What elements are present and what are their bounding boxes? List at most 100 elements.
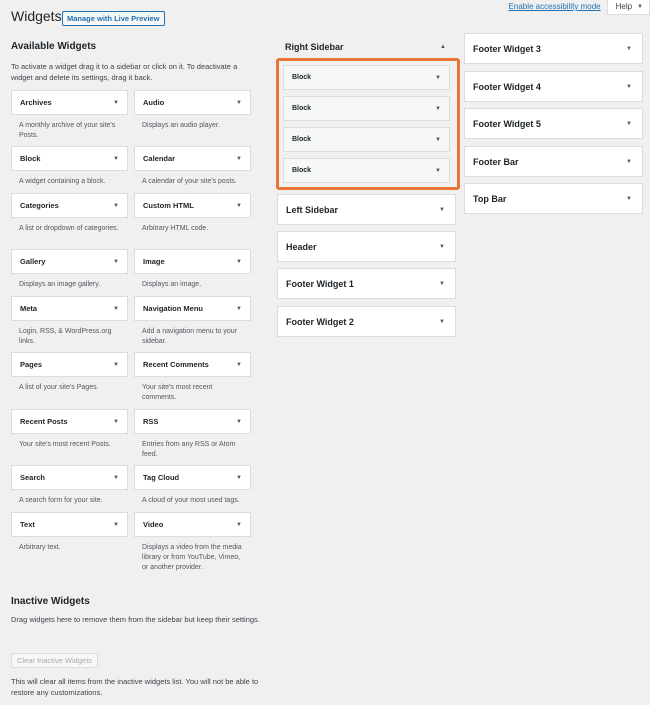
expand-arrow-icon[interactable]: ▼ [435, 75, 441, 81]
expand-arrow-icon[interactable]: ▼ [236, 475, 242, 481]
expand-arrow-icon[interactable]: ▼ [236, 522, 242, 528]
widget-description: A cloud of your most used tags. [142, 497, 240, 504]
clear-inactive-widgets-button[interactable]: Clear Inactive Widgets [11, 653, 99, 668]
sidebar-block-widget[interactable]: Block ▼ [283, 127, 450, 152]
widget-title: Block [20, 154, 41, 163]
expand-arrow-icon[interactable]: ▼ [236, 100, 242, 106]
widget-recent-comments[interactable]: Recent Comments ▼ Your site's most recent… [134, 352, 251, 403]
widget-image[interactable]: Image ▼ Displays an image. [134, 249, 251, 290]
expand-arrow-icon[interactable]: ▼ [236, 203, 242, 209]
expand-arrow-icon[interactable]: ▼ [439, 319, 445, 325]
widget-header[interactable]: Calendar ▼ [134, 146, 251, 171]
expand-arrow-icon[interactable]: ▼ [113, 156, 119, 162]
widget-categories[interactable]: Categories ▼ A list or dropdown of catego… [11, 193, 128, 234]
expand-arrow-icon[interactable]: ▼ [113, 362, 119, 368]
widget-text[interactable]: Text ▼ Arbitrary text. [11, 512, 128, 553]
sidebar-title: Footer Widget 2 [286, 316, 354, 327]
expand-arrow-icon[interactable]: ▼ [435, 106, 441, 112]
page-title: Widgets [11, 8, 62, 24]
expand-arrow-icon[interactable]: ▼ [113, 100, 119, 106]
widget-title: Gallery [20, 257, 46, 266]
expand-arrow-icon[interactable]: ▼ [439, 207, 445, 213]
widget-header[interactable]: Image ▼ [134, 249, 251, 274]
expand-arrow-icon[interactable]: ▼ [113, 203, 119, 209]
widget-description: A list or dropdown of categories. [19, 225, 119, 232]
sidebar-title: Header [286, 241, 317, 252]
expand-arrow-icon[interactable]: ▼ [626, 196, 632, 202]
widget-pages[interactable]: Pages ▼ A list of your site's Pages. [11, 352, 128, 393]
widget-header[interactable]: Pages ▼ [11, 352, 128, 377]
widget-navigation-menu[interactable]: Navigation Menu ▼ Add a navigation menu t… [134, 296, 251, 347]
sidebar-top-bar[interactable]: Top Bar ▼ [464, 183, 643, 214]
sidebar-block-widget[interactable]: Block ▼ [283, 158, 450, 183]
sidebar-footer-widget-2[interactable]: Footer Widget 2 ▼ [277, 306, 456, 337]
sidebar-left-sidebar[interactable]: Left Sidebar ▼ [277, 194, 456, 225]
expand-arrow-icon[interactable]: ▼ [236, 362, 242, 368]
widget-meta[interactable]: Meta ▼ Login, RSS, & WordPress.org links. [11, 296, 128, 347]
widget-title: Categories [20, 201, 59, 210]
accessibility-mode-link[interactable]: Enable accessibility mode [509, 2, 601, 11]
widget-calendar[interactable]: Calendar ▼ A calendar of your site's post… [134, 146, 251, 187]
expand-arrow-icon[interactable]: ▼ [236, 306, 242, 312]
widget-header[interactable]: Text ▼ [11, 512, 128, 537]
expand-arrow-icon[interactable]: ▼ [439, 281, 445, 287]
expand-arrow-icon[interactable]: ▼ [626, 159, 632, 165]
widget-header[interactable]: Navigation Menu ▼ [134, 296, 251, 321]
widget-header[interactable]: Audio ▼ [134, 90, 251, 115]
sidebar-block-widget[interactable]: Block ▼ [283, 65, 450, 90]
block-title: Block [292, 136, 312, 143]
widget-header[interactable]: Search ▼ [11, 465, 128, 490]
expand-arrow-icon[interactable]: ▼ [113, 522, 119, 528]
widget-video[interactable]: Video ▼ Displays a video from the media l… [134, 512, 251, 573]
expand-arrow-icon[interactable]: ▼ [626, 121, 632, 127]
expand-arrow-icon[interactable]: ▼ [626, 46, 632, 52]
widget-custom-html[interactable]: Custom HTML ▼ Arbitrary HTML code. [134, 193, 251, 234]
widget-header[interactable]: Archives ▼ [11, 90, 128, 115]
block-title: Block [292, 105, 312, 112]
expand-arrow-icon[interactable]: ▼ [435, 137, 441, 143]
expand-arrow-icon[interactable]: ▼ [439, 244, 445, 250]
right-sidebar-header[interactable]: Right Sidebar ▲ [277, 33, 456, 61]
expand-arrow-icon[interactable]: ▼ [236, 259, 242, 265]
sidebar-title: Footer Widget 3 [473, 43, 541, 54]
widget-header[interactable]: Tag Cloud ▼ [134, 465, 251, 490]
widget-audio[interactable]: Audio ▼ Displays an audio player. [134, 90, 251, 131]
widget-header[interactable]: Recent Comments ▼ [134, 352, 251, 377]
expand-arrow-icon[interactable]: ▼ [113, 306, 119, 312]
expand-arrow-icon[interactable]: ▼ [113, 259, 119, 265]
widget-header[interactable]: Gallery ▼ [11, 249, 128, 274]
widget-tag-cloud[interactable]: Tag Cloud ▼ A cloud of your most used tag… [134, 465, 251, 506]
sidebar-footer-widget-4[interactable]: Footer Widget 4 ▼ [464, 71, 643, 102]
expand-arrow-icon[interactable]: ▼ [236, 156, 242, 162]
expand-arrow-icon[interactable]: ▼ [113, 475, 119, 481]
widget-block[interactable]: Block ▼ A widget containing a block. [11, 146, 128, 187]
widget-header[interactable]: Recent Posts ▼ [11, 409, 128, 434]
expand-arrow-icon[interactable]: ▼ [113, 419, 119, 425]
widget-gallery[interactable]: Gallery ▼ Displays an image gallery. [11, 249, 128, 290]
sidebar-footer-widget-5[interactable]: Footer Widget 5 ▼ [464, 108, 643, 139]
sidebar-header[interactable]: Header ▼ [277, 231, 456, 262]
screen-meta-links: Enable accessibility mode Help ▼ [509, 0, 650, 15]
sidebar-footer-bar[interactable]: Footer Bar ▼ [464, 146, 643, 177]
expand-arrow-icon[interactable]: ▼ [626, 84, 632, 90]
widget-description: A search form for your site. [19, 497, 103, 504]
widget-recent-posts[interactable]: Recent Posts ▼ Your site's most recent Po… [11, 409, 128, 450]
widget-header[interactable]: Categories ▼ [11, 193, 128, 218]
widget-description: Displays an audio player. [142, 122, 220, 129]
widget-header[interactable]: Block ▼ [11, 146, 128, 171]
widget-header[interactable]: Video ▼ [134, 512, 251, 537]
manage-live-preview-button[interactable]: Manage with Live Preview [62, 11, 165, 26]
expand-arrow-icon[interactable]: ▼ [236, 419, 242, 425]
sidebar-footer-widget-1[interactable]: Footer Widget 1 ▼ [277, 268, 456, 299]
widget-header[interactable]: Meta ▼ [11, 296, 128, 321]
widget-archives[interactable]: Archives ▼ A monthly archive of your site… [11, 90, 128, 141]
help-button[interactable]: Help ▼ [606, 0, 650, 15]
expand-arrow-icon[interactable]: ▼ [435, 168, 441, 174]
widget-search[interactable]: Search ▼ A search form for your site. [11, 465, 128, 506]
widget-header[interactable]: RSS ▼ [134, 409, 251, 434]
widget-rss[interactable]: RSS ▼ Entries from any RSS or Atom feed. [134, 409, 251, 460]
widget-header[interactable]: Custom HTML ▼ [134, 193, 251, 218]
collapse-arrow-icon[interactable]: ▲ [440, 44, 446, 50]
sidebar-block-widget[interactable]: Block ▼ [283, 96, 450, 121]
sidebar-footer-widget-3[interactable]: Footer Widget 3 ▼ [464, 33, 643, 64]
